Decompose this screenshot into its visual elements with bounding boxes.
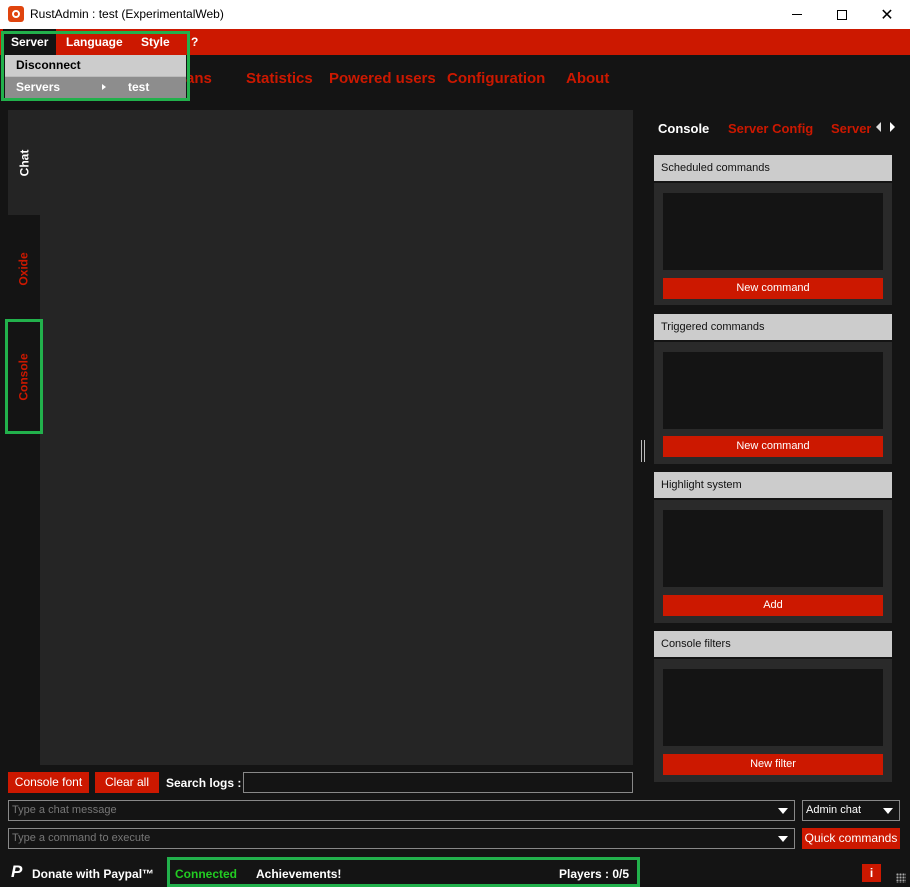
tab-chat[interactable]: Chat <box>8 110 40 215</box>
server-dropdown-menu: Disconnect Servers test <box>5 55 186 98</box>
menu-server[interactable]: Server <box>3 29 57 55</box>
close-icon: ✕ <box>880 6 894 24</box>
menu-item-servers[interactable]: Servers test <box>5 77 186 98</box>
menu-item-servers-label: Servers <box>16 80 61 94</box>
chat-message-input[interactable]: Type a chat message <box>8 800 795 821</box>
connection-status: Connected <box>175 867 238 881</box>
rustadmin-logo-icon <box>8 6 24 22</box>
nav-tab-statistics[interactable]: Statistics <box>246 70 313 87</box>
close-button[interactable]: ✕ <box>864 0 910 29</box>
right-tab-server-config[interactable]: Server Config <box>728 121 813 136</box>
new-scheduled-command-button[interactable]: New command <box>663 278 883 299</box>
info-icon-glyph: i <box>864 866 879 880</box>
submenu-arrow-icon <box>102 84 106 90</box>
right-tab-console[interactable]: Console <box>658 121 709 136</box>
tab-chat-label: Chat <box>16 149 31 176</box>
window-title: RustAdmin : test (ExperimentalWeb) <box>30 7 224 21</box>
info-icon[interactable]: i <box>862 864 881 882</box>
console-font-button[interactable]: Console font <box>8 772 89 793</box>
section-header-triggered-commands: Triggered commands <box>654 314 892 340</box>
menu-help[interactable]: ? <box>183 29 206 55</box>
achievements-link[interactable]: Achievements! <box>256 867 341 881</box>
submenu-item-test[interactable]: test <box>128 77 149 98</box>
clear-all-button[interactable]: Clear all <box>95 772 159 793</box>
search-logs-input[interactable] <box>243 772 633 793</box>
panel-splitter-handle[interactable] <box>641 440 645 462</box>
tab-oxide[interactable]: Oxide <box>8 216 40 322</box>
tab-console-label: Console <box>17 353 31 401</box>
menu-bar: Server Language Style ? <box>0 29 910 55</box>
resize-grip-icon[interactable] <box>896 873 906 883</box>
section-header-console-filters: Console filters <box>654 631 892 657</box>
command-placeholder: Type a command to execute <box>12 832 151 844</box>
right-tab-server[interactable]: Server <box>831 121 871 136</box>
triggered-commands-list[interactable] <box>663 352 883 429</box>
scheduled-commands-list[interactable] <box>663 193 883 270</box>
console-filters-list[interactable] <box>663 669 883 746</box>
chat-target-value: Admin chat <box>806 804 862 816</box>
menu-language[interactable]: Language <box>58 29 131 55</box>
console-output[interactable] <box>40 110 633 765</box>
search-logs-label: Search logs : <box>166 776 242 790</box>
new-triggered-command-button[interactable]: New command <box>663 436 883 457</box>
minimize-icon <box>792 14 802 15</box>
chevron-down-icon <box>883 808 893 814</box>
title-bar: RustAdmin : test (ExperimentalWeb) ✕ <box>0 0 910 29</box>
maximize-icon <box>837 9 847 20</box>
chevron-down-icon[interactable] <box>778 836 788 842</box>
tab-console[interactable]: Console <box>8 322 40 432</box>
chevron-down-icon[interactable] <box>778 808 788 814</box>
menu-item-disconnect[interactable]: Disconnect <box>5 55 113 76</box>
tab-oxide-label: Oxide <box>17 252 32 286</box>
highlight-list[interactable] <box>663 510 883 587</box>
section-header-highlight-system: Highlight system <box>654 472 892 498</box>
nav-tab-powered-users[interactable]: Powered users <box>329 70 436 87</box>
menu-style[interactable]: Style <box>133 29 178 55</box>
nav-tab-about[interactable]: About <box>566 70 609 87</box>
new-filter-button[interactable]: New filter <box>663 754 883 775</box>
players-count: Players : 0/5 <box>559 867 630 881</box>
add-highlight-button[interactable]: Add <box>663 595 883 616</box>
minimize-button[interactable] <box>774 0 820 29</box>
section-header-scheduled-commands: Scheduled commands <box>654 155 892 181</box>
nav-tab-configuration[interactable]: Configuration <box>447 70 545 87</box>
nav-tab-bans[interactable]: ans <box>186 70 212 87</box>
tab-scroll-right-icon[interactable] <box>890 122 895 132</box>
donate-paypal-link[interactable]: Donate with Paypal™ <box>32 867 154 881</box>
command-input[interactable]: Type a command to execute <box>8 828 795 849</box>
tab-scroll-left-icon[interactable] <box>876 122 881 132</box>
paypal-icon[interactable]: P <box>11 863 27 881</box>
chat-target-select[interactable]: Admin chat <box>802 800 900 821</box>
quick-commands-button[interactable]: Quick commands <box>802 828 900 849</box>
chat-message-placeholder: Type a chat message <box>12 804 117 816</box>
maximize-button[interactable] <box>819 0 865 29</box>
